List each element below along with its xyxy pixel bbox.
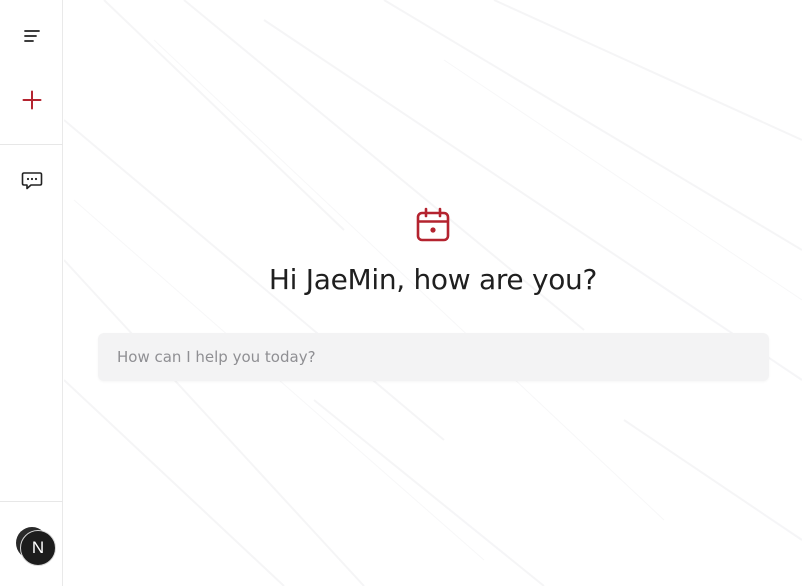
- prompt-input[interactable]: [98, 333, 769, 381]
- greeting-heading: Hi JaeMin, how are you?: [268, 263, 598, 296]
- chat-history-button[interactable]: [0, 166, 63, 196]
- new-chat-button[interactable]: [0, 86, 63, 114]
- sidebar-divider: [0, 144, 63, 145]
- prompt-box: [98, 333, 769, 381]
- main-panel: Hi JaeMin, how are you?: [64, 0, 802, 586]
- calendar-icon: [416, 207, 450, 242]
- avatar[interactable]: N: [20, 530, 56, 566]
- menu-button[interactable]: [0, 22, 63, 50]
- chat-bubble-icon: [21, 172, 42, 190]
- sidebar: N: [0, 0, 63, 586]
- user-avatar-container: N: [14, 525, 60, 571]
- sidebar-divider: [0, 501, 63, 502]
- menu-icon: [23, 30, 40, 42]
- plus-icon: [22, 90, 41, 110]
- app-window: N Hi JaeMin, how are you? How can I help…: [0, 0, 802, 586]
